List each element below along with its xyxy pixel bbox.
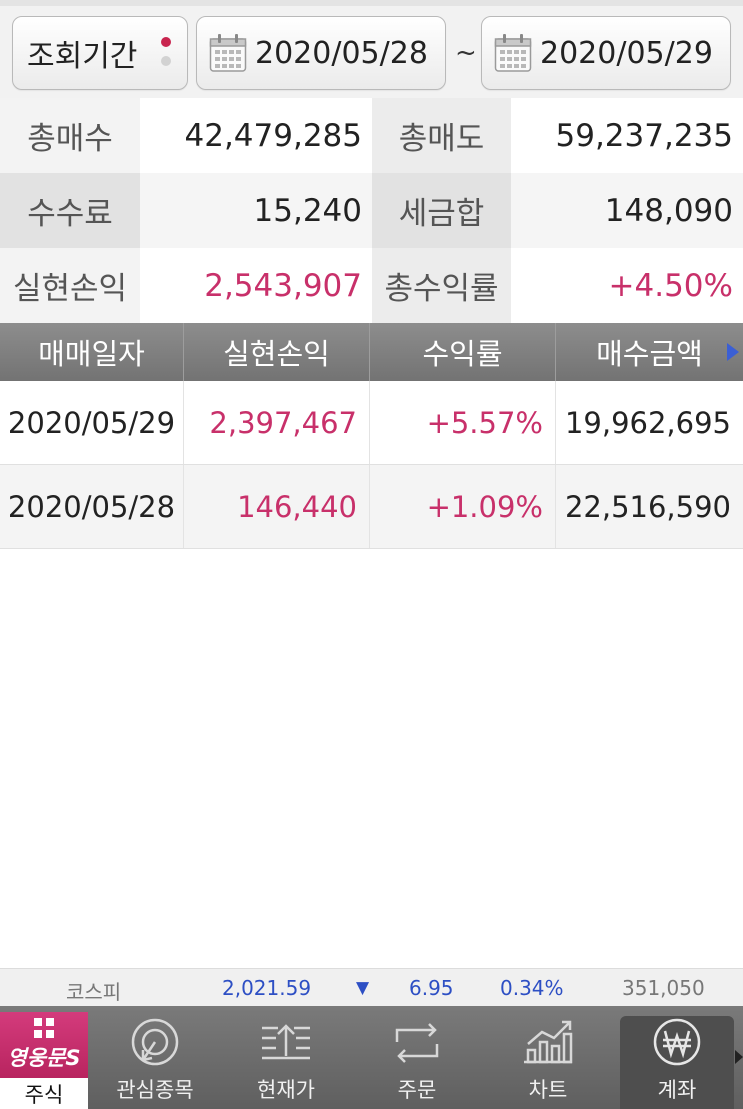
realized-pl-label: 실현손익 xyxy=(0,248,140,323)
table-row[interactable]: 2020/05/28 146,440 +1.09% 22,516,590 xyxy=(0,465,743,549)
nav-chart-label: 차트 xyxy=(528,1078,568,1102)
tax-label: 세금합 xyxy=(372,173,511,248)
price-icon xyxy=(262,1024,310,1060)
watchlist-icon xyxy=(131,1018,179,1066)
brand-logo: 영웅문S xyxy=(7,1046,81,1070)
nav-watchlist-label: 관심종목 xyxy=(116,1078,194,1102)
cell-pl: 2,397,467 xyxy=(184,381,370,464)
period-select-button[interactable]: 조회기간 xyxy=(12,16,188,90)
nav-chart[interactable]: 차트 xyxy=(488,1016,608,1109)
nav-order[interactable]: 주문 xyxy=(357,1016,477,1109)
ticker-volume: 351,050 xyxy=(622,976,705,1000)
order-exchange-icon xyxy=(395,1023,439,1063)
fee-value: 15,240 xyxy=(140,173,372,248)
cell-rate: +1.09% xyxy=(370,465,556,548)
column-header-buy-amount-label: 매수금액 xyxy=(596,337,703,371)
cell-pl: 146,440 xyxy=(184,465,370,548)
column-header-rate[interactable]: 수익률 xyxy=(370,323,556,381)
realized-pl-value: 2,543,907 xyxy=(140,248,372,323)
nav-watchlist[interactable]: 관심종목 xyxy=(95,1016,215,1109)
chart-icon xyxy=(524,1020,573,1064)
table-header: 매매일자 실현손익 수익률 매수금액 xyxy=(0,323,743,381)
nav-more-icon[interactable] xyxy=(735,1050,743,1064)
menu-grid-icon xyxy=(34,1018,54,1038)
nav-price-label: 현재가 xyxy=(257,1078,315,1102)
nav-stock-label: 주식 xyxy=(24,1082,64,1107)
nav-stock-menu[interactable]: 영웅문S 주식 xyxy=(0,1012,88,1109)
trade-table: 2020/05/29 2,397,467 +5.57% 19,962,695 2… xyxy=(0,381,743,549)
fee-label: 수수료 xyxy=(0,173,140,248)
total-sell-value: 59,237,235 xyxy=(511,98,743,173)
nav-account[interactable]: 계좌 xyxy=(620,1016,734,1109)
cell-buy-amount: 22,516,590 xyxy=(564,489,731,524)
date-to-button[interactable]: 2020/05/29 xyxy=(481,16,731,90)
summary-row: 수수료 15,240 세금합 148,090 xyxy=(0,173,743,248)
ticker-index: 2,021.59 xyxy=(222,976,312,1000)
column-header-buy-amount[interactable]: 매수금액 xyxy=(556,323,743,381)
period-label: 조회기간 xyxy=(27,39,138,74)
date-from-button[interactable]: 2020/05/28 xyxy=(196,16,446,90)
down-arrow-icon: ▼ xyxy=(356,978,370,998)
nav-account-label: 계좌 xyxy=(657,1078,697,1102)
cell-rate: +5.57% xyxy=(370,381,556,464)
ticker-name: 코스피 xyxy=(66,980,122,1004)
cell-date: 2020/05/29 xyxy=(0,381,184,464)
nav-order-label: 주문 xyxy=(397,1078,437,1102)
scroll-right-icon[interactable] xyxy=(727,343,739,361)
date-to-value: 2020/05/29 xyxy=(540,35,713,71)
total-buy-label: 총매수 xyxy=(0,98,140,173)
total-sell-label: 총매도 xyxy=(372,98,511,173)
total-return-value: +4.50% xyxy=(511,248,743,323)
date-separator: ~ xyxy=(455,38,477,68)
cell-date: 2020/05/28 xyxy=(0,465,184,548)
summary-panel: 총매수 42,479,285 총매도 59,237,235 수수료 15,240… xyxy=(0,98,743,323)
calendar-icon xyxy=(494,34,532,72)
period-toolbar: 조회기간 2020/05/28 ~ 2020/05/29 xyxy=(0,0,743,98)
ticker-rate: 0.34% xyxy=(500,976,564,1000)
bottom-navigation: 영웅문S 주식 관심종목 현재가 주문 차트 계좌 xyxy=(0,1006,743,1109)
column-header-pl[interactable]: 실현손익 xyxy=(184,323,370,381)
tax-value: 148,090 xyxy=(511,173,743,248)
nav-price[interactable]: 현재가 xyxy=(226,1016,346,1109)
summary-row: 실현손익 2,543,907 총수익률 +4.50% xyxy=(0,248,743,323)
calendar-icon xyxy=(209,34,247,72)
total-return-label: 총수익률 xyxy=(372,248,511,323)
period-indicator-icon xyxy=(161,37,171,75)
ticker-change: 6.95 xyxy=(409,976,454,1000)
summary-row: 총매수 42,479,285 총매도 59,237,235 xyxy=(0,98,743,173)
table-row[interactable]: 2020/05/29 2,397,467 +5.57% 19,962,695 xyxy=(0,381,743,465)
total-buy-value: 42,479,285 xyxy=(140,98,372,173)
column-header-date[interactable]: 매매일자 xyxy=(0,323,184,381)
won-icon xyxy=(653,1018,701,1066)
market-ticker[interactable]: 코스피 2,021.59 ▼ 6.95 0.34% 351,050 xyxy=(0,968,743,1006)
date-from-value: 2020/05/28 xyxy=(255,35,428,71)
cell-buy-amount: 19,962,695 xyxy=(564,405,731,440)
